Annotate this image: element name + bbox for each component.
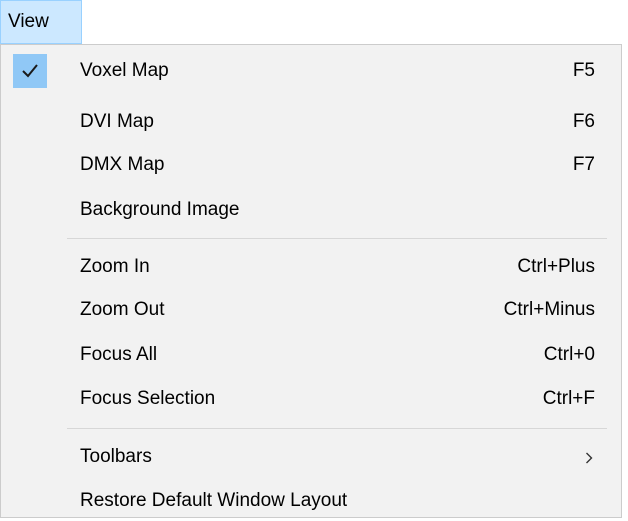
menu-item-background-image[interactable]: Background Image	[5, 190, 615, 230]
check-icon	[13, 54, 47, 88]
chevron-right-icon	[585, 451, 593, 469]
menu-separator	[67, 428, 607, 429]
menu-item-shortcut: Ctrl+F	[542, 388, 595, 409]
menu-item-shortcut: Ctrl+0	[543, 344, 595, 365]
menu-item-label: Zoom Out	[80, 299, 165, 320]
menu-item-label: Background Image	[80, 199, 240, 220]
menu-item-label: Focus All	[80, 344, 158, 365]
menu-item-focus-selection[interactable]: Focus Selection Ctrl+F	[5, 379, 615, 419]
menu-item-label: Toolbars	[80, 446, 152, 467]
menu-item-label: Voxel Map	[80, 60, 169, 81]
menu-item-focus-all[interactable]: Focus All Ctrl+0	[5, 335, 615, 375]
menu-item-restore-default-window-layout[interactable]: Restore Default Window Layout	[5, 481, 615, 521]
menu-item-label: DMX Map	[80, 154, 165, 175]
menu-item-zoom-out[interactable]: Zoom Out Ctrl+Minus	[5, 290, 615, 330]
menu-item-shortcut: F7	[572, 154, 595, 175]
menu-separator	[67, 238, 607, 239]
menu-item-dmx-map[interactable]: DMX Map F7	[5, 145, 615, 185]
menu-item-shortcut: F6	[572, 111, 595, 132]
menu-item-shortcut: Ctrl+Plus	[517, 256, 595, 277]
menu-bar: View	[0, 0, 628, 46]
menu-item-shortcut: F5	[572, 60, 595, 81]
menu-item-toolbars[interactable]: Toolbars	[5, 437, 615, 477]
menu-item-label: Restore Default Window Layout	[80, 490, 348, 511]
menu-item-label: Zoom In	[80, 256, 150, 277]
menu-item-dvi-map[interactable]: DVI Map F6	[5, 102, 615, 142]
menu-item-label: Focus Selection	[80, 388, 216, 409]
view-dropdown-menu: Voxel Map F5 DVI Map F6 DMX Map F7 Backg…	[0, 44, 622, 518]
menu-item-label: DVI Map	[80, 111, 154, 132]
menu-item-voxel-map[interactable]: Voxel Map F5	[5, 51, 615, 91]
menu-view[interactable]: View	[0, 0, 82, 44]
menu-item-zoom-in[interactable]: Zoom In Ctrl+Plus	[5, 247, 615, 287]
menu-item-shortcut: Ctrl+Minus	[503, 299, 595, 320]
